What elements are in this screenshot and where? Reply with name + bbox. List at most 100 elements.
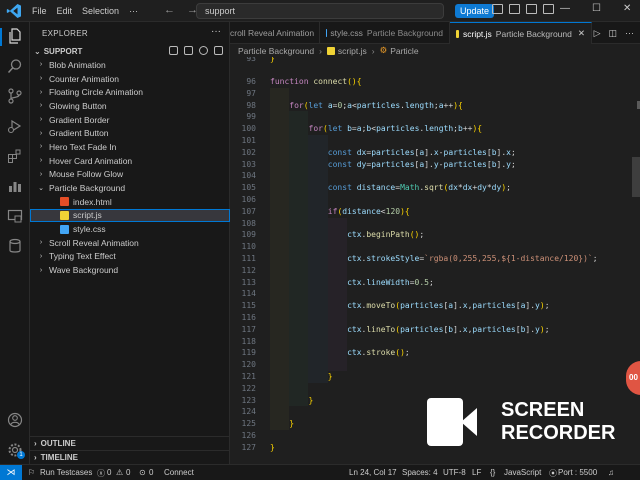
folder-item[interactable]: › Typing Text Effect xyxy=(30,250,230,264)
run-icon[interactable]: ▷ xyxy=(594,28,601,39)
remote-explorer-icon[interactable] xyxy=(7,208,23,224)
breadcrumb-symbol[interactable]: Particle xyxy=(390,46,418,56)
code-line[interactable]: 96 function connect(){ xyxy=(230,76,640,88)
code-line[interactable]: 107 if(distance<120){ xyxy=(230,205,640,218)
errors-icon[interactable]: ⓧ xyxy=(97,468,105,479)
folder-item[interactable]: › Counter Animation xyxy=(30,72,230,86)
update-button[interactable]: Update xyxy=(455,4,495,18)
explorer-more-icon[interactable]: ··· xyxy=(211,26,221,37)
file-item[interactable]: index.html xyxy=(30,195,230,209)
code-line[interactable]: 99 xyxy=(230,111,640,124)
code-line[interactable]: 109 ctx.beginPath(); xyxy=(230,229,640,242)
maximize-icon[interactable]: ☐ xyxy=(592,3,601,14)
folder-item[interactable]: › Mouse Follow Glow xyxy=(30,168,230,182)
chart-icon[interactable] xyxy=(7,178,23,194)
errors-count[interactable]: 0 xyxy=(107,468,111,477)
menu-edit[interactable]: Edit xyxy=(57,6,73,16)
folder-item[interactable]: ⌄ Particle Background xyxy=(30,181,230,195)
menu-selection[interactable]: Selection xyxy=(82,6,119,16)
new-file-icon[interactable] xyxy=(169,46,178,55)
code-line[interactable]: 98 for(let a=0;a<particles.length;a++){ xyxy=(230,99,640,112)
code-line[interactable]: 118 xyxy=(230,335,640,348)
close-tab-icon[interactable]: ✕ xyxy=(578,28,585,39)
folder-item[interactable]: › Gradient Border xyxy=(30,113,230,127)
code-line[interactable]: 120 xyxy=(230,359,640,371)
breadcrumb-folder[interactable]: Particle Background xyxy=(238,46,314,56)
folder-item[interactable]: › Hero Text Fade In xyxy=(30,140,230,154)
live-server-port[interactable]: Port : 5500 xyxy=(558,468,597,477)
minimize-icon[interactable]: — xyxy=(560,3,570,14)
new-folder-icon[interactable] xyxy=(184,46,193,55)
command-center-search[interactable]: support xyxy=(196,3,444,19)
code-line[interactable]: 97 xyxy=(230,87,640,100)
line-ending[interactable]: LF xyxy=(472,468,481,477)
search-icon[interactable] xyxy=(7,58,23,74)
toggle-secondary-sidebar-icon[interactable] xyxy=(526,4,537,14)
indentation[interactable]: Spaces: 4 xyxy=(402,468,438,477)
more-actions-icon[interactable]: ··· xyxy=(625,28,634,39)
toggle-sidebar-icon[interactable] xyxy=(492,4,503,14)
code-line[interactable]: 104 xyxy=(230,170,640,183)
code-line[interactable]: 121 } xyxy=(230,371,640,383)
code-line[interactable]: 114 xyxy=(230,288,640,301)
warnings-icon[interactable]: ⚠ xyxy=(116,468,123,477)
code-line[interactable]: 119 ctx.stroke(); xyxy=(230,347,640,360)
code-line[interactable]: 115 ctx.moveTo(particles[a].x,particles[… xyxy=(230,300,640,312)
code-line[interactable]: 93} xyxy=(230,57,640,65)
menu-file[interactable]: File xyxy=(32,6,47,16)
run-testcases[interactable]: Run Testcases xyxy=(40,468,92,477)
timeline-section[interactable]: › TIMELINE xyxy=(30,450,230,464)
code-line[interactable]: 102 const dx=particles[a].x-particles[b]… xyxy=(230,146,640,159)
connect-status[interactable]: Connect xyxy=(164,468,194,477)
code-line[interactable]: 101 xyxy=(230,135,640,147)
code-line[interactable]: 106 xyxy=(230,194,640,206)
encoding[interactable]: UTF-8 xyxy=(443,468,466,477)
code-line[interactable]: 108 xyxy=(230,217,640,230)
tab-scroll-reveal[interactable]: croll Reveal Animation xyxy=(230,22,320,44)
code-line[interactable]: 122 xyxy=(230,382,640,395)
code-line[interactable]: 116 xyxy=(230,312,640,324)
code-line[interactable]: 112 xyxy=(230,264,640,277)
folder-item[interactable]: › Scroll Reveal Animation xyxy=(30,236,230,250)
code-line[interactable]: 110 xyxy=(230,241,640,253)
run-debug-icon[interactable] xyxy=(7,118,23,134)
back-arrow-icon[interactable]: ← xyxy=(164,4,175,16)
code-line[interactable]: 113 ctx.lineWidth=0.5; xyxy=(230,276,640,289)
folder-item[interactable]: › Glowing Button xyxy=(30,99,230,113)
notifications-bell-icon[interactable]: ♫ xyxy=(608,468,614,477)
folder-item[interactable]: › Blob Animation xyxy=(30,58,230,72)
file-item[interactable]: script.js xyxy=(30,208,230,223)
extensions-icon[interactable] xyxy=(7,148,23,164)
run-testcases-icon[interactable]: ⚐ xyxy=(28,468,35,477)
explorer-icon[interactable] xyxy=(7,28,23,44)
split-editor-icon[interactable]: ◫ xyxy=(608,28,617,39)
folder-item[interactable]: › Floating Circle Animation xyxy=(30,85,230,99)
folder-item[interactable]: › Wave Background xyxy=(30,263,230,277)
refresh-icon[interactable] xyxy=(199,46,208,55)
collapse-all-icon[interactable] xyxy=(214,46,223,55)
outline-section[interactable]: › OUTLINE xyxy=(30,436,230,450)
code-line[interactable]: 103 const dy=particles[a].y-particles[b]… xyxy=(230,158,640,171)
remote-indicator-icon[interactable]: ⋊ xyxy=(0,465,22,480)
menu-more[interactable]: ··· xyxy=(129,6,138,16)
toggle-panel-icon[interactable] xyxy=(509,4,520,14)
source-control-icon[interactable] xyxy=(7,88,23,104)
code-line[interactable]: 100 for(let b=a;b<particles.length;b++){ xyxy=(230,123,640,135)
code-line[interactable]: 111 ctx.strokeStyle=`rgba(0,255,255,${1-… xyxy=(230,253,640,265)
code-line[interactable]: 117 ctx.lineTo(particles[b].x,particles[… xyxy=(230,323,640,336)
tab-style-css[interactable]: style.css Particle Background xyxy=(320,22,450,44)
tab-script-js[interactable]: script.js Particle Background ✕ xyxy=(450,22,592,44)
language-mode[interactable]: JavaScript xyxy=(504,468,541,477)
folder-item[interactable]: › Gradient Button xyxy=(30,126,230,140)
ports-icon[interactable]: ⊙ xyxy=(139,468,146,477)
ports-count[interactable]: 0 xyxy=(149,468,153,477)
code-line[interactable]: 105 const distance=Math.sqrt(dx*dx+dy*dy… xyxy=(230,182,640,194)
close-window-icon[interactable]: ✕ xyxy=(623,3,631,14)
breadcrumb-file[interactable]: script.js xyxy=(338,46,367,56)
warnings-count[interactable]: 0 xyxy=(126,468,130,477)
file-item[interactable]: style.css xyxy=(30,222,230,236)
folder-item[interactable]: › Hover Card Animation xyxy=(30,154,230,168)
customize-layout-icon[interactable] xyxy=(543,4,554,14)
cursor-position[interactable]: Ln 24, Col 17 xyxy=(349,468,397,477)
database-icon[interactable] xyxy=(7,238,23,254)
